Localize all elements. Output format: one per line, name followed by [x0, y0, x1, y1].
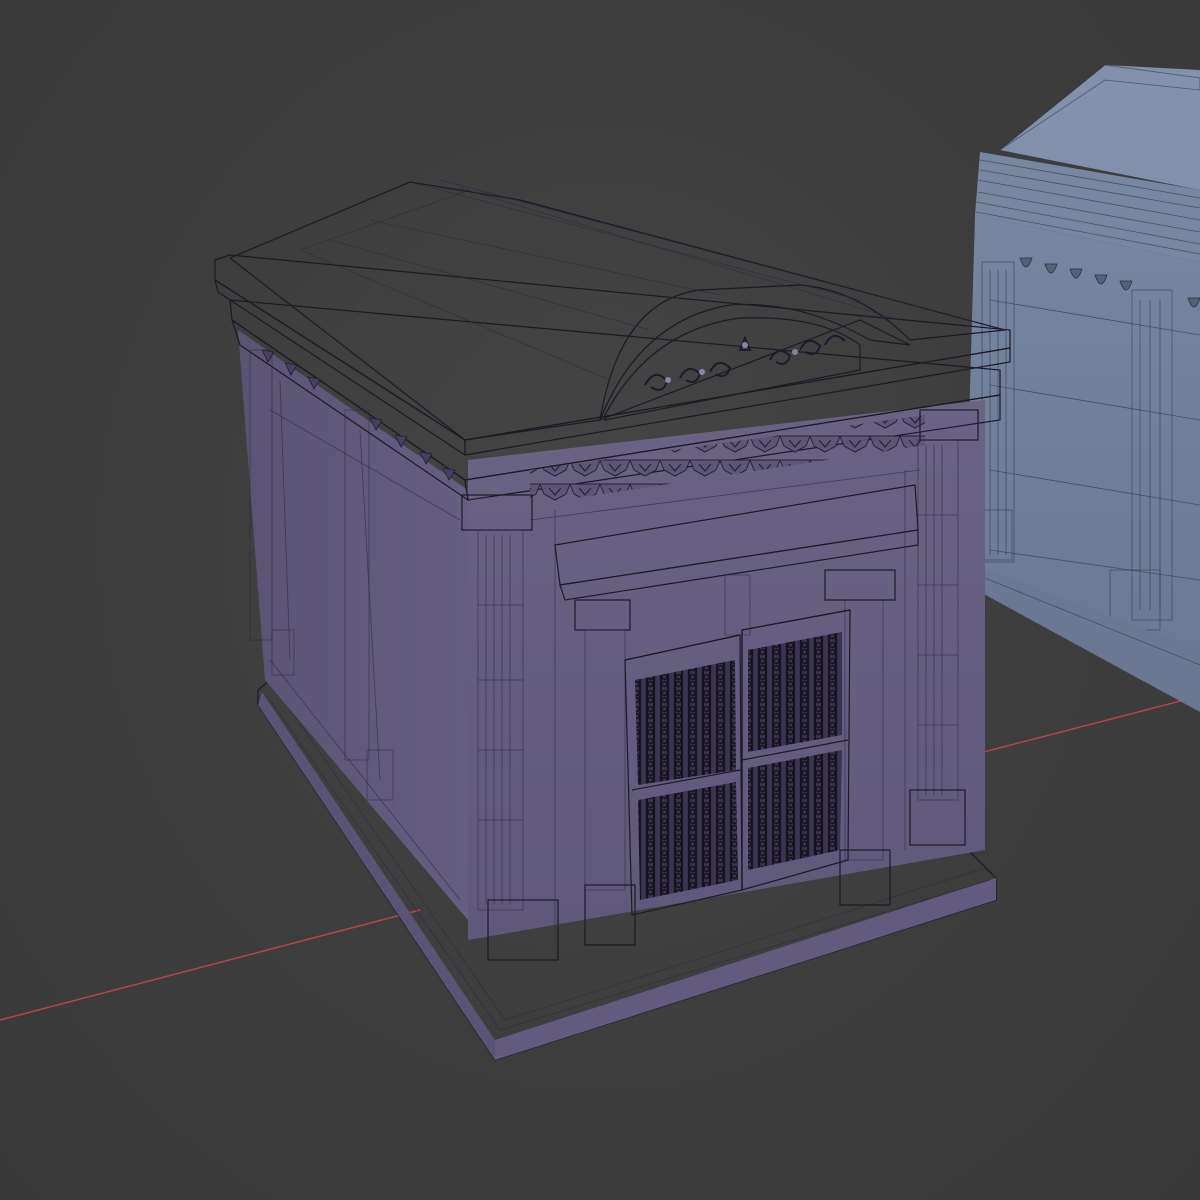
3d-viewport[interactable] [0, 0, 1200, 1200]
mausoleum-arched-roof[interactable] [214, 179, 1011, 1061]
mausoleum-gabled-roof[interactable] [958, 64, 1200, 712]
